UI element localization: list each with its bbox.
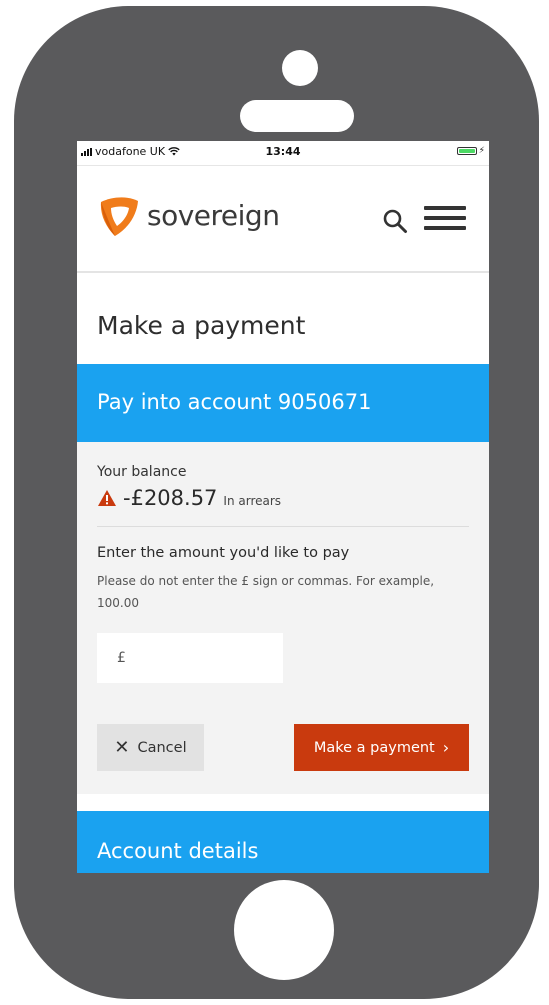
logo-mark-icon — [100, 197, 138, 236]
account-banner: Pay into account 9050671 — [77, 364, 489, 442]
title-area: Make a payment — [77, 273, 489, 364]
phone-frame: vodafone UK 13:44 ⚡ sovereign Make a pay… — [14, 6, 539, 999]
site-header: sovereign — [77, 165, 489, 273]
warning-icon — [98, 490, 116, 506]
balance-amount: -£208.57 — [123, 486, 218, 510]
divider — [97, 526, 469, 527]
search-icon[interactable] — [382, 208, 408, 234]
amount-label: Enter the amount you'd like to pay — [97, 545, 350, 561]
balance-row: -£208.57 In arrears — [97, 486, 281, 510]
make-payment-label: Make a payment — [313, 739, 435, 756]
status-time: 13:44 — [265, 145, 301, 158]
camera-dot — [282, 50, 318, 86]
status-bar: vodafone UK 13:44 ⚡ — [77, 141, 489, 165]
account-heading: Pay into account 9050671 — [97, 390, 372, 414]
page-title: Make a payment — [97, 311, 306, 340]
account-details-banner[interactable]: Account details — [77, 811, 489, 873]
chevron-right-icon: › — [442, 737, 450, 757]
battery-icon — [456, 147, 477, 155]
logo-text: sovereign — [147, 198, 280, 232]
amount-help-text: Please do not enter the £ sign or commas… — [97, 574, 435, 610]
close-icon: ✕ — [114, 736, 130, 758]
account-details-heading: Account details — [97, 839, 259, 863]
phone-screen: vodafone UK 13:44 ⚡ sovereign Make a pay… — [77, 141, 489, 873]
home-button[interactable] — [234, 880, 334, 980]
section-gap — [77, 794, 489, 811]
payment-panel: Your balance -£208.57 In arrears Enter t… — [77, 442, 489, 794]
make-payment-button[interactable]: Make a payment › — [294, 724, 469, 771]
balance-status: In arrears — [223, 494, 282, 508]
sovereign-logo[interactable]: sovereign — [95, 192, 280, 238]
amount-input[interactable] — [97, 633, 283, 683]
hamburger-menu-icon[interactable] — [424, 206, 466, 236]
speaker-slot — [240, 100, 354, 132]
cancel-label: Cancel — [137, 739, 187, 756]
charging-icon: ⚡ — [478, 146, 485, 156]
cancel-button[interactable]: ✕ Cancel — [97, 724, 204, 771]
balance-label: Your balance — [97, 464, 187, 480]
